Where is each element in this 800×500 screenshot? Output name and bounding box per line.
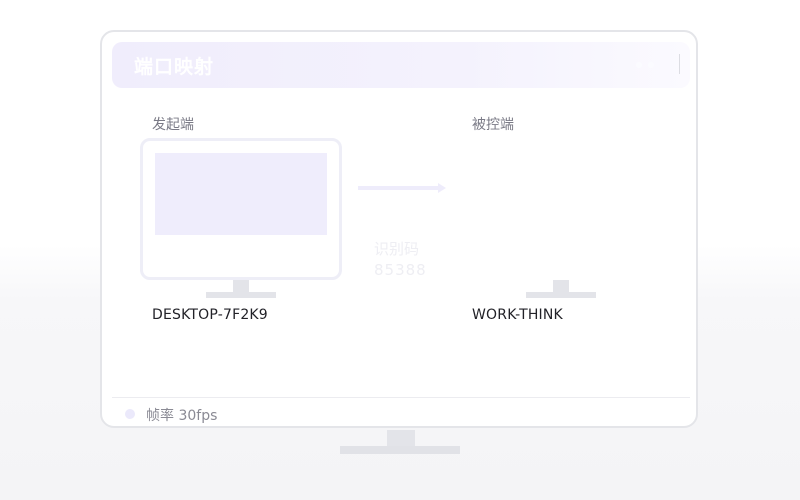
code-value: 85388: [374, 261, 427, 279]
code-label: 识别码: [374, 240, 420, 258]
monitor-stand-base: [340, 446, 460, 454]
source-label: 发起端: [152, 117, 194, 133]
arrow-head-icon: [438, 183, 446, 193]
dot-icon: [648, 62, 654, 68]
source-screen-content: [155, 153, 327, 235]
footer-divider: [112, 397, 690, 398]
window-title: 端口映射: [134, 56, 215, 78]
arrow-right-icon: [358, 186, 438, 190]
source-device-name: DESKTOP-7F2K9: [152, 307, 268, 323]
source-stand-base: [206, 292, 276, 298]
target-stand-base: [526, 292, 596, 298]
title-bar: 端口映射: [112, 42, 690, 88]
title-divider: [679, 54, 680, 74]
source-stand-neck: [233, 280, 249, 292]
monitor-stand-neck: [387, 430, 415, 446]
window-controls[interactable]: [636, 62, 654, 68]
fps-status: 帧率 30fps: [146, 408, 218, 424]
dot-icon: [636, 62, 642, 68]
target-label: 被控端: [472, 117, 514, 133]
target-stand-neck: [553, 280, 569, 292]
source-screen: [140, 138, 342, 280]
monitor-frame: 端口映射 发起端 被控端 识别码 85388 DESKTOP-7F2K9 WOR…: [100, 30, 698, 428]
target-device-name: WORK-THINK: [472, 307, 563, 323]
status-dot-icon: [125, 409, 135, 419]
